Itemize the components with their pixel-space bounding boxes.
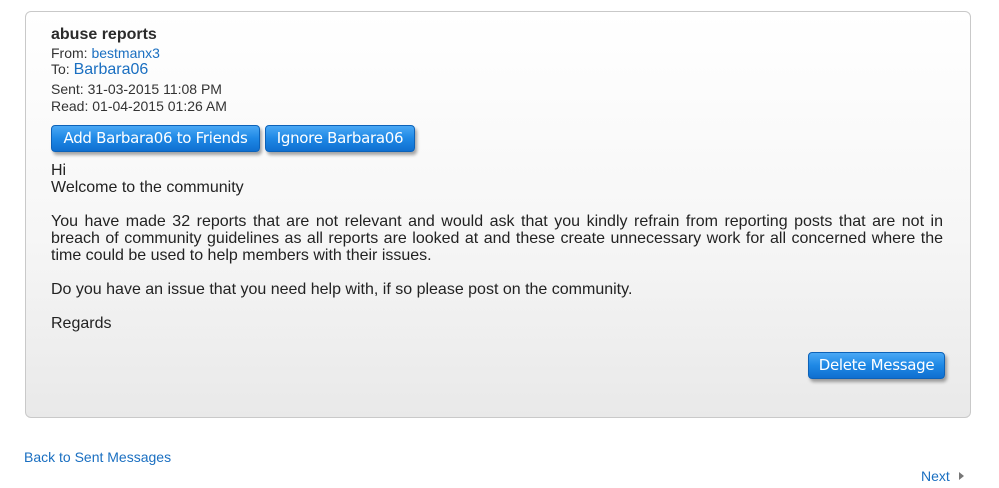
ignore-user-button[interactable]: Ignore Barbara06: [265, 125, 415, 152]
message-read-time: Read: 01-04-2015 01:26 AM: [51, 98, 227, 114]
from-user-link[interactable]: bestmanx3: [91, 45, 159, 61]
from-label: From:: [51, 45, 88, 61]
message-paragraph-1: You have made 32 reports that are not re…: [51, 213, 943, 264]
to-label: To:: [51, 61, 70, 77]
message-signoff: Regards: [51, 315, 112, 332]
message-subject: abuse reports: [51, 26, 157, 43]
message-paragraph-2: Do you have an issue that you need help …: [51, 281, 633, 298]
message-greeting: Hi: [51, 162, 67, 179]
message-to: To: Barbara06: [51, 61, 148, 79]
add-friend-button[interactable]: Add Barbara06 to Friends: [51, 125, 260, 152]
to-user-link[interactable]: Barbara06: [74, 61, 149, 78]
message-panel: abuse reports From: bestmanx3 To: Barbar…: [25, 11, 971, 418]
message-welcome: Welcome to the community: [51, 179, 244, 196]
message-sent-time: Sent: 31-03-2015 11:08 PM: [51, 81, 222, 97]
message-from: From: bestmanx3: [51, 45, 160, 61]
back-to-sent-messages-link[interactable]: Back to Sent Messages: [24, 449, 171, 465]
chevron-right-icon[interactable]: [959, 472, 964, 480]
delete-message-button[interactable]: Delete Message: [808, 352, 945, 379]
next-link[interactable]: Next: [921, 468, 950, 484]
